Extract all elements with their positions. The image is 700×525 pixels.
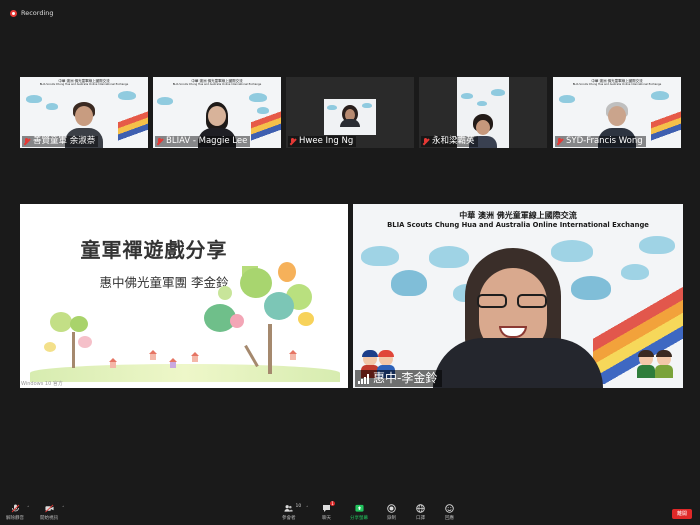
slide-title: 童軍禪遊戲分享 [80,238,228,262]
scout-kid-illustration [637,350,655,378]
participant-tile[interactable]: 中華 澳洲 佛光童軍線上國際交流 BLIA Scouts Chung Hua a… [20,77,148,148]
tile-header-en: BLIA Scouts Chung Hua and Australia Onli… [39,83,129,86]
slide-watermark: Windows 10 官方 [21,381,63,387]
participant-strip: 中華 澳洲 佛光童軍線上國際交流 BLIA Scouts Chung Hua a… [20,77,682,148]
participant-name: BLIAV - Maggie Lee [166,136,248,146]
chat-label: 聊天 [322,516,331,521]
microphone-muted-icon [11,504,20,513]
chevron-up-icon[interactable]: ˄ [62,506,65,512]
mic-muted-icon [422,137,429,146]
participant-tile[interactable]: 中華 澳洲 佛光童軍線上國際交流 BLIA Scouts Chung Hua a… [153,77,281,148]
mic-muted-icon [289,137,296,146]
share-label: 分享螢幕 [350,516,368,521]
chat-bubble-icon: 1 [322,501,335,513]
participants-button[interactable]: 10 參會者 [282,504,301,521]
chat-unread-badge: 1 [330,501,335,506]
chevron-up-icon[interactable]: ˄ [27,506,30,512]
mute-label: 解除靜音 [6,516,24,521]
reactions-label: 回應 [445,516,454,521]
meeting-window: Recording 中華 澳洲 佛光童軍線上國際交流 BLIA Scouts C… [0,0,700,525]
speaker-header-en: BLIA Scouts Chung Hua and Australia Onli… [387,221,649,229]
smiley-icon [445,504,454,513]
speaker-name: 惠中-李金鈴 [373,371,438,385]
record-circle-icon [387,504,396,513]
video-off-icon [44,504,54,513]
active-speaker-video[interactable]: 中華 澳洲 佛光童軍線上國際交流 BLIA Scouts Chung Hua a… [353,204,683,388]
participant-video [340,105,360,127]
share-screen-icon [354,504,364,513]
start-video-button[interactable]: 開始視訊 [40,504,58,521]
leave-meeting-button[interactable]: 離開 [672,509,692,519]
meeting-toolbar: 解除靜音 ˄ 開始視訊 ˄ 10 參會者 ˄ 1 聊天 分享螢幕 錄制 口譯 回… [0,501,700,525]
tile-header-en: BLIA Scouts Chung Hua and Australia Onli… [172,83,262,86]
mic-muted-icon [23,137,30,146]
interpretation-label: 口譯 [416,516,425,521]
participant-name: SYD-Francis Wong [566,136,643,146]
signal-strength-icon [358,373,369,384]
scout-kid-illustration [655,350,673,378]
participant-name: 永和梁霸英 [432,136,475,146]
recording-label: Recording [21,9,54,17]
participant-tile[interactable]: 永和梁霸英 [419,77,547,148]
record-button[interactable]: 錄制 [387,504,396,521]
participant-tile[interactable]: 中華 澳洲 佛光童軍線上國際交流 BLIA Scouts Chung Hua a… [553,77,681,148]
reactions-button[interactable]: 回應 [445,504,454,521]
mic-muted-icon [156,137,163,146]
recording-indicator[interactable]: Recording [10,9,54,17]
speaker-person [433,238,603,388]
people-icon: 10 [284,504,301,513]
globe-icon [416,504,425,513]
speaker-header-cn: 中華 澳洲 佛光童軍線上國際交流 [459,211,577,220]
video-label: 開始視訊 [40,516,58,521]
shared-slide[interactable]: 童軍禪遊戲分享 惠中佛光童軍團 李金鈴 Windows 10 官方 [20,204,348,388]
chat-button[interactable]: 1 聊天 [322,501,335,521]
share-screen-button[interactable]: 分享螢幕 [350,504,368,521]
mic-muted-icon [556,137,563,146]
tile-header-en: BLIA Scouts Chung Hua and Australia Onli… [572,83,662,86]
participants-label: 參會者 [282,516,296,521]
participant-name: Hwee Ing Ng [299,136,354,146]
record-icon [10,9,17,17]
participant-name: 善賢童軍 余淑萘 [33,136,96,146]
chevron-up-icon[interactable]: ˄ [306,506,309,512]
interpretation-button[interactable]: 口譯 [416,504,425,521]
participant-tile[interactable]: Hwee Ing Ng [286,77,414,148]
grass-illustration [30,364,340,382]
participants-count: 10 [295,504,302,509]
mute-button[interactable]: 解除靜音 [6,504,24,521]
record-label: 錄制 [387,516,396,521]
